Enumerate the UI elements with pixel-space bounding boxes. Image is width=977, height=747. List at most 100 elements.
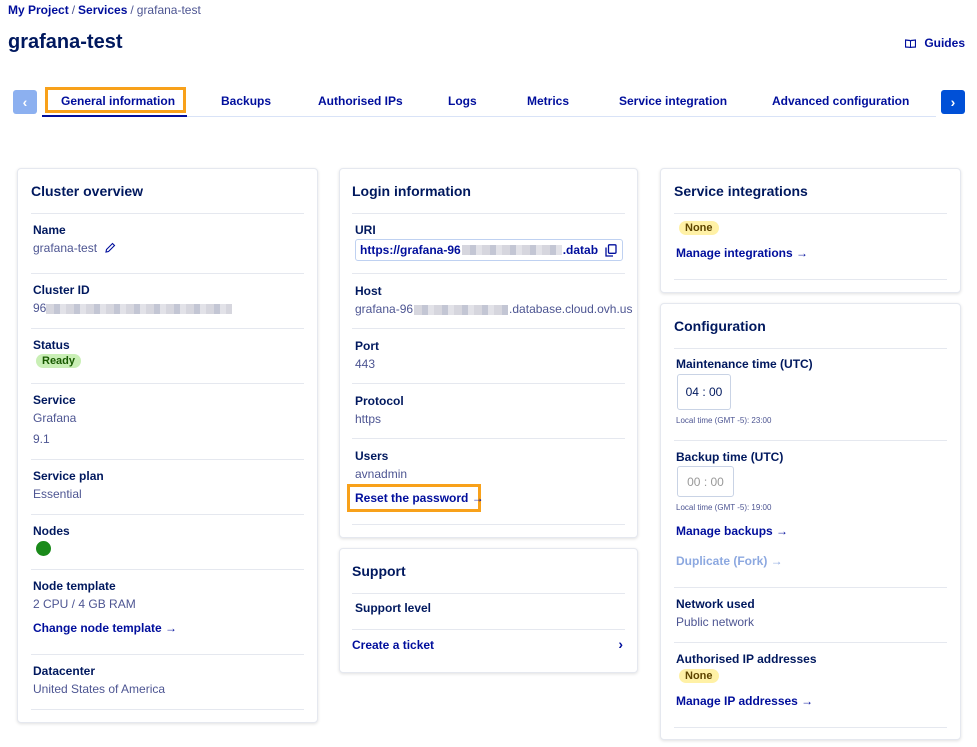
breadcrumb-services[interactable]: Services (78, 3, 127, 17)
backup-time-input[interactable]: 00 : 00 (677, 466, 734, 497)
login-information-card: Login information URI https://grafana-96… (339, 168, 638, 538)
copy-icon[interactable] (605, 244, 617, 257)
breadcrumb-my-project[interactable]: My Project (8, 3, 69, 17)
divider (674, 587, 947, 588)
guides-link[interactable]: Guides (905, 36, 965, 50)
backup-minute: 00 (710, 474, 724, 489)
book-icon (905, 38, 917, 48)
tab-metrics[interactable]: Metrics (527, 94, 569, 108)
service-version: 9.1 (33, 432, 50, 446)
divider (31, 383, 304, 384)
tab-service-integration[interactable]: Service integration (619, 94, 727, 108)
tab-general-information[interactable]: General information (61, 94, 175, 108)
maintenance-time-input[interactable]: 04 : 00 (677, 374, 731, 410)
create-ticket-link[interactable]: Create a ticket (352, 638, 434, 652)
cluster-id-value: 96 (33, 301, 233, 315)
tab-logs[interactable]: Logs (448, 94, 477, 108)
network-used-value: Public network (676, 615, 755, 629)
node-template-label: Node template (33, 579, 116, 593)
manage-integrations-link[interactable]: Manage integrations → (676, 246, 808, 260)
service-plan-value: Essential (33, 487, 82, 501)
divider (31, 569, 304, 570)
configuration-title: Configuration (674, 318, 766, 334)
service-value: Grafana (33, 411, 77, 425)
reset-password-link[interactable]: Reset the password → (355, 491, 484, 505)
divider (31, 328, 304, 329)
node-template-value: 2 CPU / 4 GB RAM (33, 597, 136, 611)
uri-prefix: https://grafana-96 (360, 243, 461, 257)
divider (352, 273, 625, 274)
divider (31, 459, 304, 460)
maintenance-minute: 00 (709, 385, 723, 399)
redacted-blur (46, 303, 233, 314)
divider (674, 642, 947, 643)
name-label: Name (33, 223, 66, 237)
host-value: grafana-96 .database.cloud.ovh.us (355, 302, 633, 316)
datacenter-value: United States of America (33, 682, 166, 696)
host-label: Host (355, 284, 382, 298)
uri-suffix: .datab (562, 243, 599, 257)
service-plan-label: Service plan (33, 469, 104, 483)
support-title: Support (352, 563, 406, 579)
maintenance-local-time: Local time (GMT -5): 23:00 (676, 416, 772, 425)
divider (674, 440, 947, 441)
tab-active-underline (42, 115, 187, 117)
divider (352, 524, 625, 525)
redacted-blur (414, 304, 509, 315)
cluster-overview-title: Cluster overview (31, 183, 144, 199)
uri-label: URI (355, 223, 376, 237)
divider (352, 383, 625, 384)
edit-pencil-icon[interactable] (104, 242, 116, 254)
cluster-id-label: Cluster ID (33, 283, 90, 297)
datacenter-label: Datacenter (33, 664, 96, 678)
cluster-overview-card: Cluster overview Name grafana-test Clust… (17, 168, 318, 723)
authorised-ip-none-badge: None (679, 669, 719, 683)
authorised-ip-label: Authorised IP addresses (676, 652, 817, 666)
tab-advanced-configuration[interactable]: Advanced configuration (772, 94, 909, 108)
divider (352, 213, 625, 214)
chevron-right-icon[interactable]: › (618, 636, 623, 652)
manage-ip-addresses-link[interactable]: Manage IP addresses → (676, 694, 813, 708)
divider (352, 629, 625, 630)
backup-local-time: Local time (GMT -5): 19:00 (676, 503, 772, 512)
duplicate-fork-link[interactable]: Duplicate (Fork) → (676, 554, 783, 568)
users-label: Users (355, 449, 389, 463)
divider (674, 348, 947, 349)
tab-authorised-ips[interactable]: Authorised IPs (318, 94, 403, 108)
tabs-prev-button[interactable]: ‹ (13, 90, 37, 114)
divider (31, 213, 304, 214)
uri-field[interactable]: https://grafana-96 .datab (355, 239, 623, 261)
redacted-blur (461, 245, 562, 255)
maintenance-hour: 04 (685, 385, 699, 399)
integrations-none-badge: None (679, 221, 719, 235)
protocol-label: Protocol (355, 394, 404, 408)
tabs-next-button[interactable]: › (941, 90, 965, 114)
manage-backups-link[interactable]: Manage backups → (676, 524, 788, 538)
maintenance-time-label: Maintenance time (UTC) (676, 357, 813, 371)
nodes-label: Nodes (33, 524, 70, 538)
divider (31, 514, 304, 515)
divider (674, 727, 947, 728)
port-label: Port (355, 339, 379, 353)
tab-bar: ‹ General information Backups Authorised… (12, 87, 966, 119)
name-value: grafana-test (33, 241, 98, 255)
login-information-title: Login information (352, 183, 471, 199)
users-value: avnadmin (355, 467, 408, 481)
service-label: Service (33, 393, 76, 407)
divider (674, 213, 947, 214)
divider (352, 328, 625, 329)
divider (31, 709, 304, 710)
divider (31, 273, 304, 274)
configuration-card: Configuration Maintenance time (UTC) 04 … (660, 303, 961, 740)
breadcrumb-current: grafana-test (136, 3, 201, 17)
status-label: Status (33, 338, 70, 352)
backup-time-label: Backup time (UTC) (676, 450, 784, 464)
service-integrations-title: Service integrations (674, 183, 808, 199)
service-integrations-card: Service integrations None Manage integra… (660, 168, 961, 293)
divider (352, 593, 625, 594)
divider (31, 654, 304, 655)
change-node-template-link[interactable]: Change node template → (33, 621, 177, 635)
divider (674, 279, 947, 280)
tab-backups[interactable]: Backups (221, 94, 271, 108)
status-badge: Ready (36, 354, 82, 368)
